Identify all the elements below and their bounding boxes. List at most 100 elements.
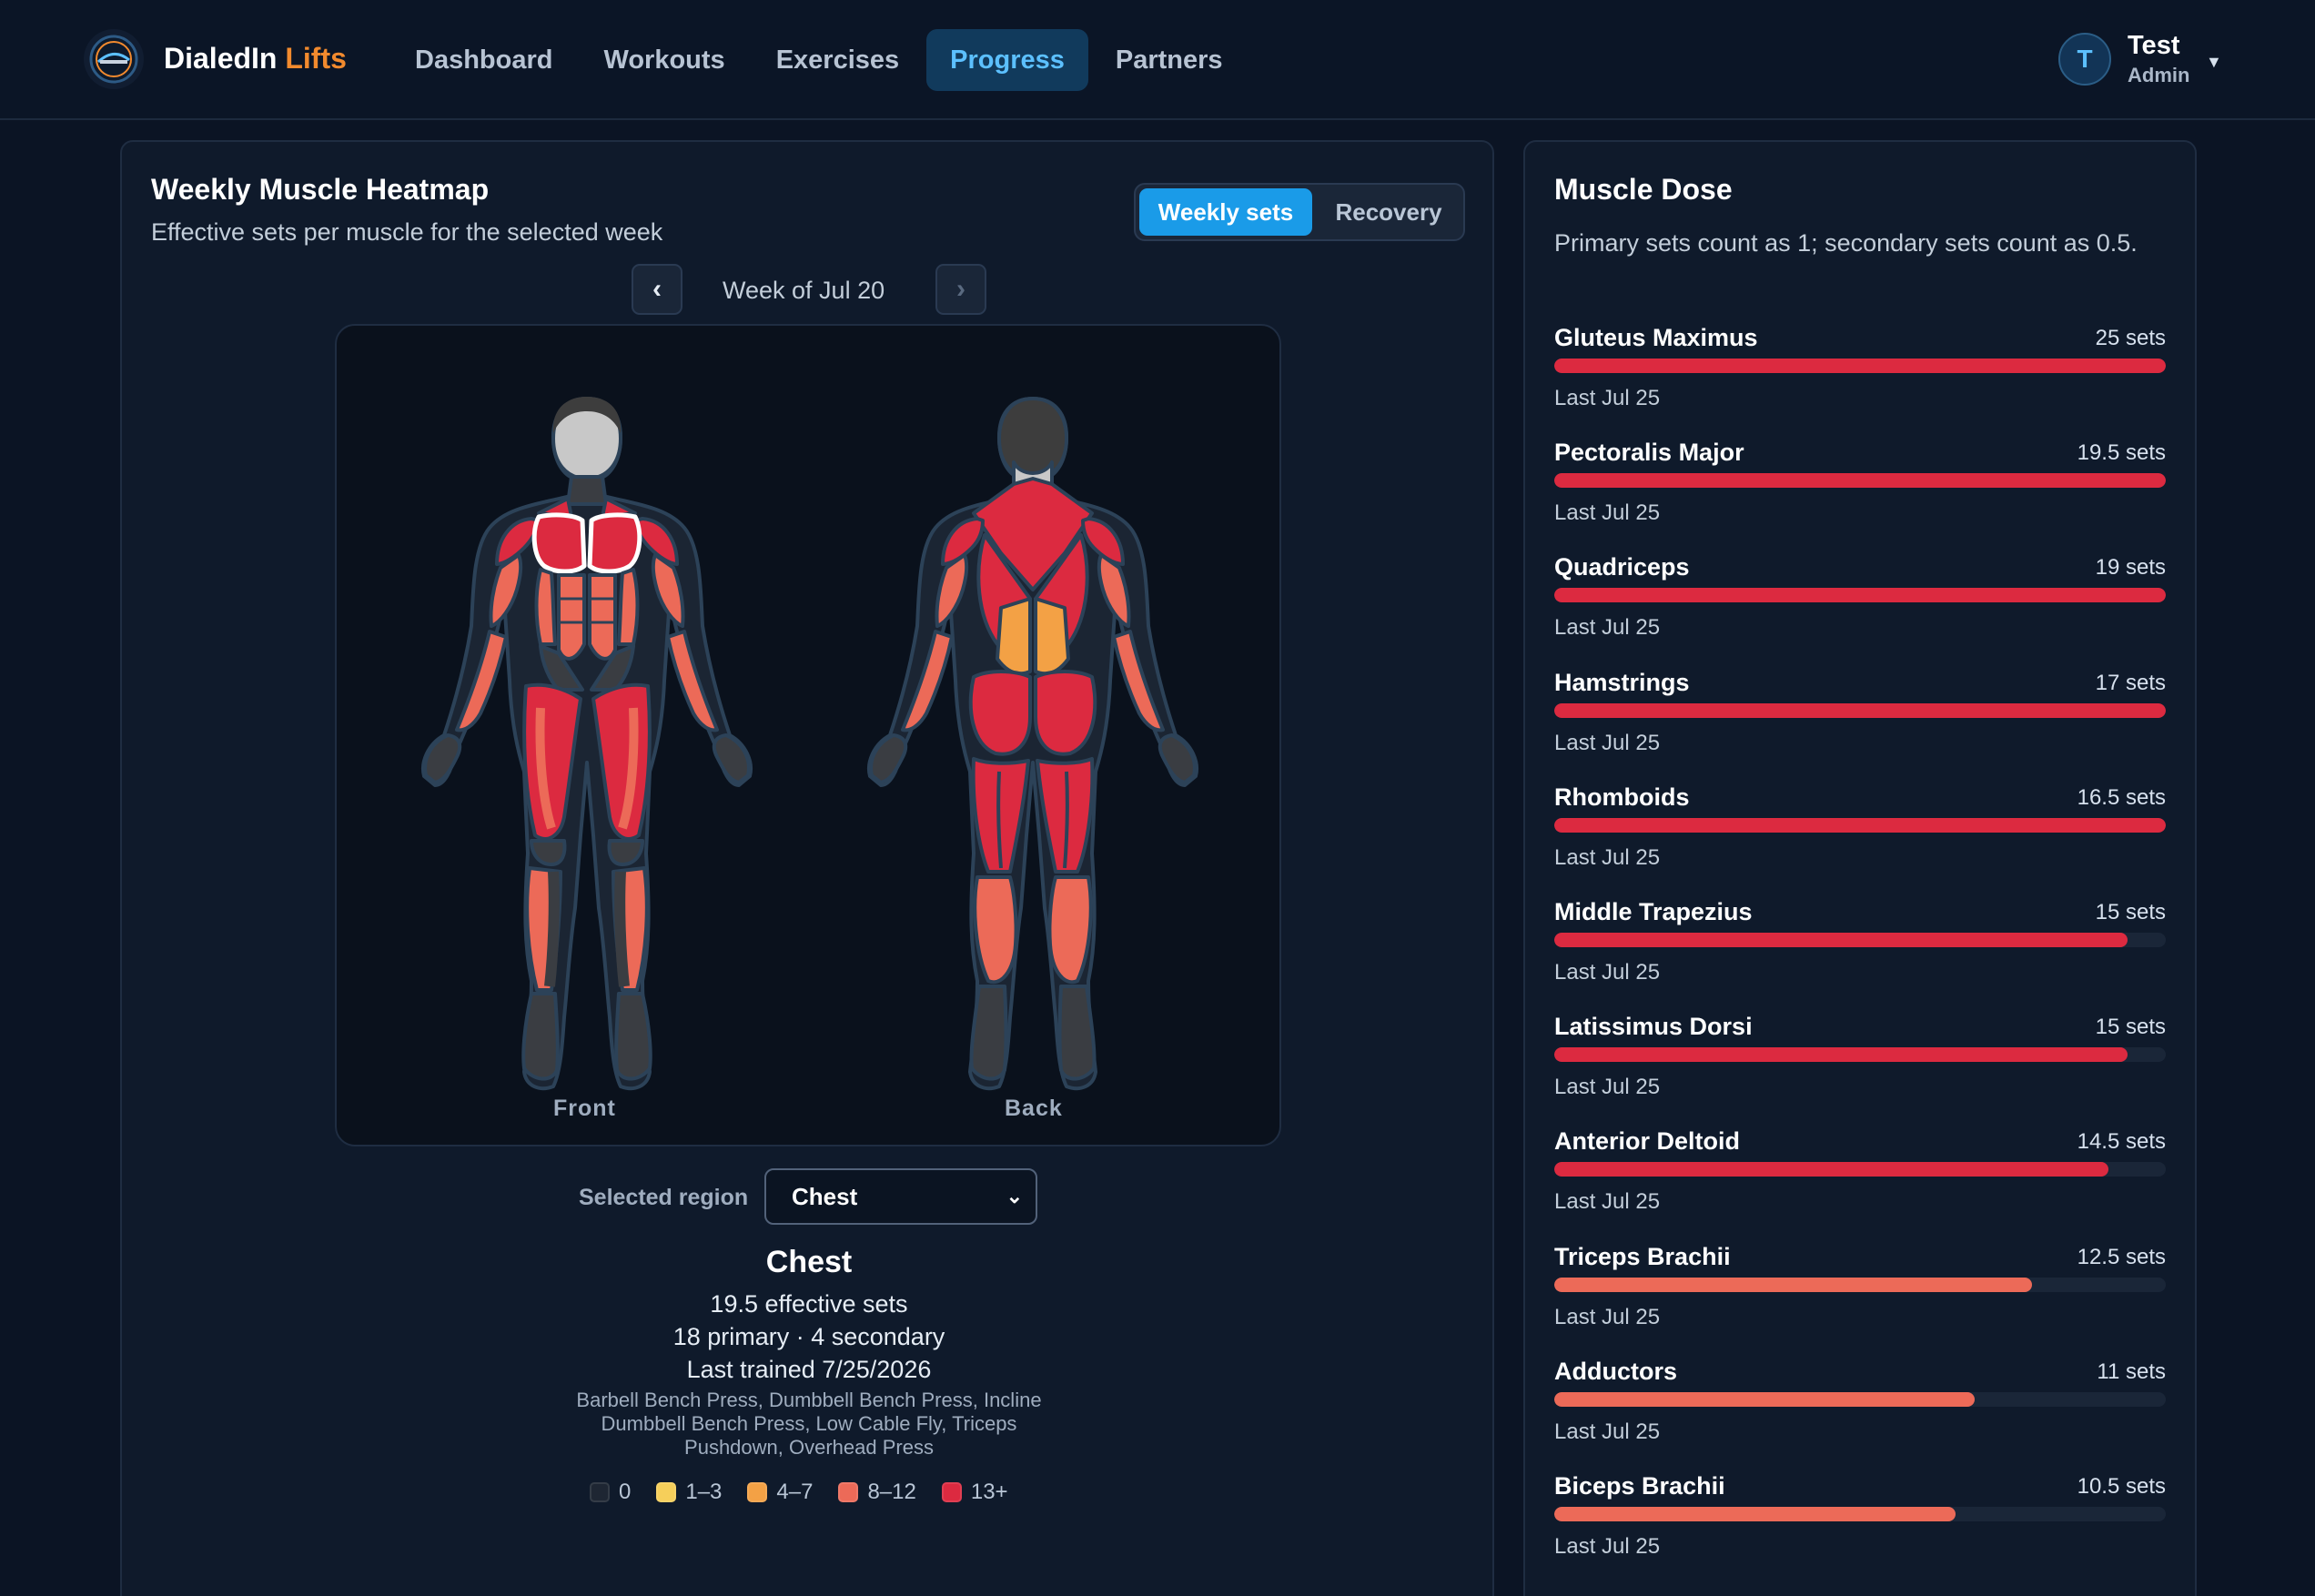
dose-muscle-name: Hamstrings	[1554, 668, 1690, 696]
dose-progress-bar	[1554, 817, 2166, 833]
week-label: Week of Jul 20	[723, 277, 885, 304]
dose-last-trained: Last Jul 25	[1554, 1534, 1661, 1559]
nav-exercises[interactable]: Exercises	[753, 29, 923, 91]
legend-swatch	[838, 1482, 859, 1502]
dose-progress-fill	[1554, 702, 2166, 718]
detail-exercises: Barbell Bench Press, Dumbbell Bench Pres…	[576, 1389, 1042, 1459]
dose-last-trained: Last Jul 25	[1554, 1419, 1661, 1444]
brand-main: DialedIn	[164, 42, 278, 75]
dose-sets: 12.5 sets	[2077, 1244, 2166, 1269]
main-nav: Dashboard Workouts Exercises Progress Pa…	[391, 29, 1250, 91]
dose-sets: 14.5 sets	[2077, 1129, 2166, 1155]
nav-workouts[interactable]: Workouts	[580, 29, 748, 91]
user-name[interactable]: Test	[2128, 31, 2179, 61]
dose-last-trained: Last Jul 25	[1554, 844, 1661, 870]
nav-progress[interactable]: Progress	[926, 29, 1088, 91]
heatmap-panel: Weekly Muscle Heatmap Effective sets per…	[120, 140, 1494, 1596]
dose-muscle-name: Gluteus Maximus	[1554, 324, 1758, 351]
dose-item: Hamstrings 17 sets Last Jul 25	[1554, 669, 2166, 783]
muscle-dose-panel: Muscle Dose Primary sets count as 1; sec…	[1523, 140, 2197, 1596]
dose-item: Quadriceps 19 sets Last Jul 25	[1554, 553, 2166, 668]
front-label: Front	[553, 1096, 616, 1121]
dose-item: Middle Trapezius 15 sets Last Jul 25	[1554, 898, 2166, 1013]
dose-muscle-name: Rhomboids	[1554, 783, 1690, 811]
dose-progress-bar	[1554, 359, 2166, 373]
body-map: Front Back	[335, 324, 1281, 1146]
logo-icon[interactable]	[84, 29, 144, 89]
dose-progress-bar	[1554, 1391, 2166, 1407]
user-avatar[interactable]: T	[2058, 33, 2111, 86]
nav-partners[interactable]: Partners	[1092, 29, 1247, 91]
chevron-right-icon: ›	[956, 274, 965, 304]
dose-progress-fill	[1554, 473, 2166, 489]
legend-item-1-3: 1–3	[656, 1480, 722, 1505]
heatmap-title: Weekly Muscle Heatmap	[151, 173, 490, 206]
dose-progress-bar	[1554, 588, 2166, 603]
dose-item: Adductors 11 sets Last Jul 25	[1554, 1358, 2166, 1472]
view-toggle: Weekly sets Recovery	[1134, 183, 1465, 241]
back-label: Back	[1005, 1096, 1063, 1121]
legend-item-8-12: 8–12	[838, 1480, 916, 1505]
dose-progress-bar	[1554, 1047, 2166, 1063]
previous-week-button[interactable]: ‹	[632, 264, 682, 315]
nav-dashboard[interactable]: Dashboard	[391, 29, 576, 91]
dose-progress-bar	[1554, 933, 2166, 947]
detail-primary-secondary: 18 primary · 4 secondary	[672, 1323, 945, 1350]
dose-muscle-name: Anterior Deltoid	[1554, 1127, 1741, 1156]
dose-muscle-name: Biceps Brachii	[1554, 1472, 1725, 1500]
detail-region-name: Chest	[765, 1245, 853, 1279]
dose-last-trained: Last Jul 25	[1554, 1304, 1661, 1329]
dose-progress-fill	[1554, 1277, 2032, 1292]
dose-item: Latissimus Dorsi 15 sets Last Jul 25	[1554, 1013, 2166, 1127]
next-week-button[interactable]: ›	[935, 264, 986, 315]
detail-last-trained: Last trained 7/25/2026	[686, 1356, 932, 1383]
user-role: Admin	[2128, 64, 2190, 86]
dose-last-trained: Last Jul 25	[1554, 386, 1661, 410]
dose-last-trained: Last Jul 25	[1554, 615, 1661, 641]
dose-muscle-name: Pectoralis Major	[1554, 439, 1744, 467]
legend-item-4-7: 4–7	[747, 1480, 813, 1505]
dose-item: Pectoralis Major 19.5 sets Last Jul 25	[1554, 439, 2166, 553]
legend-swatch	[656, 1482, 677, 1502]
heatmap-subtitle: Effective sets per muscle for the select…	[151, 218, 663, 246]
dose-progress-bar	[1554, 1162, 2166, 1177]
back-figure	[867, 397, 1198, 1091]
dose-muscle-name: Quadriceps	[1554, 553, 1690, 581]
dose-muscle-name: Adductors	[1554, 1357, 1677, 1385]
dose-title: Muscle Dose	[1554, 173, 1733, 206]
dose-item: Anterior Deltoid 14.5 sets Last Jul 25	[1554, 1127, 2166, 1242]
dose-progress-fill	[1554, 817, 2166, 833]
dose-sets: 19.5 sets	[2077, 440, 2166, 466]
dose-progress-bar	[1554, 1277, 2166, 1292]
dose-muscle-name: Middle Trapezius	[1554, 898, 1753, 925]
brand-name[interactable]: DialedIn Lifts	[164, 42, 347, 76]
dose-progress-bar	[1554, 702, 2166, 718]
dose-last-trained: Last Jul 25	[1554, 500, 1661, 526]
dose-item: Gluteus Maximus 25 sets Last Jul 25	[1554, 324, 2166, 439]
dose-sets: 15 sets	[2095, 1015, 2166, 1040]
legend-item-13-plus: 13+	[941, 1480, 1008, 1505]
dose-progress-fill	[1554, 359, 2166, 373]
dose-progress-fill	[1554, 933, 2128, 947]
legend-swatch	[941, 1482, 962, 1502]
legend-label: 1–3	[685, 1480, 723, 1504]
dose-progress-fill	[1554, 1507, 1956, 1521]
legend-swatch	[747, 1482, 768, 1502]
region-select[interactable]: Chest ⌄	[764, 1168, 1037, 1225]
body-figures	[421, 397, 1198, 1091]
chevron-left-icon: ‹	[652, 274, 662, 304]
toggle-weekly-sets[interactable]: Weekly sets	[1139, 188, 1312, 236]
dose-last-trained: Last Jul 25	[1554, 730, 1661, 755]
dose-item: Biceps Brachii 10.5 sets Last Jul 25	[1554, 1472, 2166, 1587]
region-select-value: Chest	[792, 1183, 858, 1210]
dose-muscle-name: Latissimus Dorsi	[1554, 1013, 1753, 1041]
legend-label: 4–7	[776, 1480, 814, 1504]
heatmap-legend: 0 1–3 4–7 8–12 13+	[590, 1480, 1034, 1505]
legend-label: 8–12	[867, 1480, 916, 1504]
caret-down-icon[interactable]: ▼	[2206, 53, 2222, 72]
front-figure	[421, 397, 753, 1091]
dose-sets: 16.5 sets	[2077, 784, 2166, 810]
dose-last-trained: Last Jul 25	[1554, 960, 1661, 985]
dose-progress-bar	[1554, 473, 2166, 489]
toggle-recovery[interactable]: Recovery	[1316, 188, 1461, 236]
